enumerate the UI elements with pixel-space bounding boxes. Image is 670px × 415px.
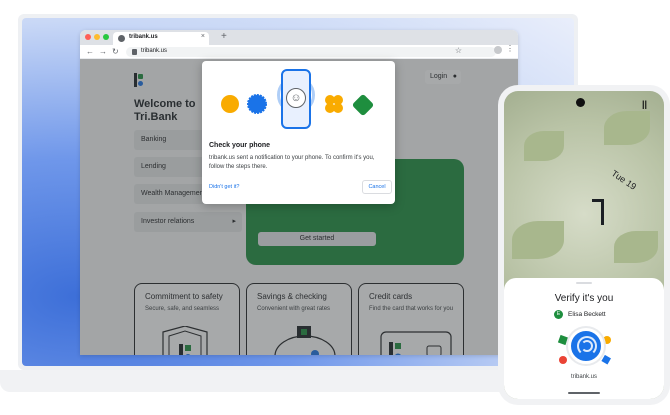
clock-hand bbox=[592, 199, 604, 225]
profile-avatar[interactable] bbox=[494, 46, 502, 54]
dialog-body: tribank.us sent a notification to your p… bbox=[209, 155, 375, 170]
back-button[interactable]: ← bbox=[86, 46, 94, 58]
fingerprint-button[interactable] bbox=[555, 328, 613, 368]
verify-sheet: Verify it's you E Elisa Beckett tribank.… bbox=[504, 278, 664, 399]
reload-button[interactable]: ↻ bbox=[112, 46, 119, 58]
browser-toolbar: ← → ↻ tribank.us ☆ ⋮ bbox=[80, 44, 518, 59]
dialog-title: Check your phone bbox=[209, 142, 271, 149]
camera-cutout bbox=[576, 98, 585, 107]
bookmark-star-icon[interactable]: ☆ bbox=[455, 46, 462, 55]
android-phone: || Tue 19 Verify it's you E Elisa Becket… bbox=[498, 85, 670, 405]
fingerprint-icon[interactable] bbox=[568, 328, 604, 364]
yellow-circle-icon bbox=[221, 95, 239, 113]
status-icon: || bbox=[642, 99, 648, 109]
lockscreen-date: Tue 19 bbox=[609, 168, 639, 192]
favicon-icon bbox=[118, 35, 125, 42]
tab-bar: tribank.us × + bbox=[80, 30, 518, 45]
window-controls bbox=[85, 34, 109, 40]
user-avatar: E bbox=[554, 310, 563, 319]
yellow-clover-icon bbox=[325, 95, 343, 113]
tab-tribank[interactable]: tribank.us × bbox=[113, 32, 209, 45]
maximize-window-button[interactable] bbox=[103, 34, 109, 40]
new-tab-button[interactable]: + bbox=[221, 31, 227, 43]
home-indicator[interactable] bbox=[568, 392, 600, 394]
green-diamond-icon bbox=[352, 94, 374, 116]
minimize-window-button[interactable] bbox=[94, 34, 100, 40]
blue-flower-icon bbox=[247, 94, 267, 114]
sheet-handle[interactable] bbox=[576, 282, 592, 284]
phone-screen: || Tue 19 Verify it's you E Elisa Becket… bbox=[504, 91, 664, 399]
leaf-decoration bbox=[524, 131, 564, 161]
leaf-decoration bbox=[614, 231, 658, 263]
requesting-domain: tribank.us bbox=[570, 374, 597, 380]
verify-title: Verify it's you bbox=[554, 293, 614, 304]
browser-menu-icon[interactable]: ⋮ bbox=[506, 44, 514, 53]
tab-close-icon[interactable]: × bbox=[201, 33, 205, 40]
close-window-button[interactable] bbox=[85, 34, 91, 40]
check-phone-dialog: ☺ Check your phone tribank.us sent a not… bbox=[202, 61, 395, 204]
address-bar[interactable]: tribank.us ☆ bbox=[126, 46, 496, 57]
leaf-decoration bbox=[512, 221, 564, 259]
lock-icon bbox=[132, 49, 137, 55]
url-text: tribank.us bbox=[141, 48, 168, 54]
didnt-get-it-link[interactable]: Didn't get it? bbox=[209, 184, 239, 190]
marketing-composite: tribank.us × + ← → ↻ tribank.us ☆ ⋮ Logi… bbox=[0, 0, 670, 415]
leaf-decoration bbox=[604, 111, 650, 145]
forward-button[interactable]: → bbox=[99, 46, 107, 58]
tab-title: tribank.us bbox=[129, 34, 158, 40]
person-icon: ☺ bbox=[286, 88, 306, 108]
user-name: Elisa Beckett bbox=[568, 311, 606, 318]
cancel-button[interactable]: Cancel bbox=[362, 180, 392, 194]
